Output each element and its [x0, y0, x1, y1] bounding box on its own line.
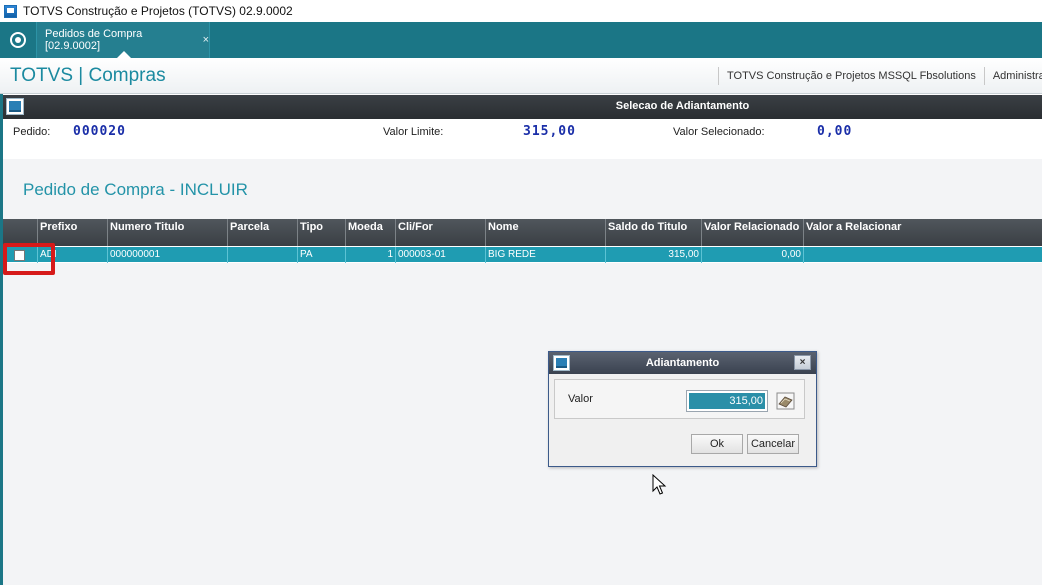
- valor-limite-value: 315,00: [523, 124, 576, 139]
- valor-input-value[interactable]: 315,00: [689, 393, 765, 409]
- cell-valor-relacionado[interactable]: 0,00: [702, 247, 804, 263]
- grid-header: Prefixo Numero Titulo Parcela Tipo Moeda…: [3, 219, 1042, 246]
- cell-parcela[interactable]: [228, 247, 298, 263]
- valor-label: Valor: [568, 393, 593, 405]
- cancel-button[interactable]: Cancelar: [747, 434, 799, 454]
- cell-saldo-titulo[interactable]: 315,00: [606, 247, 702, 263]
- valor-selecionado-value: 0,00: [817, 124, 853, 139]
- brand-title: TOTVS | Compras: [10, 65, 166, 86]
- column-header-valor-a-relacionar[interactable]: Valor a Relacionar: [804, 219, 1042, 246]
- titles-grid: Prefixo Numero Titulo Parcela Tipo Moeda…: [3, 219, 1042, 263]
- pedido-value: 000020: [73, 124, 126, 139]
- valor-group: Valor 315,00: [554, 379, 805, 419]
- column-header-parcela[interactable]: Parcela: [228, 219, 298, 246]
- column-header-moeda[interactable]: Moeda: [346, 219, 396, 246]
- tab-bar: Pedidos de Compra [02.9.0002] ×: [0, 22, 1042, 58]
- valor-limite-label: Valor Limite:: [383, 126, 444, 138]
- company-name[interactable]: TOTVS Construção e Projetos MSSQL Fbsolu…: [727, 70, 976, 82]
- cell-tipo[interactable]: PA: [298, 247, 346, 263]
- dialog-title-bar[interactable]: Adiantamento ×: [549, 352, 816, 374]
- ok-button[interactable]: Ok: [691, 434, 743, 454]
- selection-panel-title-bar: Selecao de Adiantamento: [3, 95, 1042, 119]
- valor-input[interactable]: 315,00: [686, 390, 768, 412]
- cell-numero-titulo[interactable]: 000000001: [108, 247, 228, 263]
- tab-close-icon[interactable]: ×: [203, 34, 209, 46]
- form-title: Pedido de Compra - INCLUIR: [23, 180, 248, 199]
- pedido-label: Pedido:: [13, 126, 51, 138]
- cell-moeda[interactable]: 1: [346, 247, 396, 263]
- calculator-icon[interactable]: [776, 392, 795, 410]
- tab-pedidos-de-compra[interactable]: Pedidos de Compra [02.9.0002] ×: [36, 22, 210, 58]
- home-button[interactable]: [6, 29, 30, 51]
- header-info: TOTVS Construção e Projetos MSSQL Fbsolu…: [710, 58, 1042, 94]
- column-header-tipo[interactable]: Tipo: [298, 219, 346, 246]
- cell-cli-for[interactable]: 000003-01: [396, 247, 486, 263]
- dialog-title: Adiantamento: [645, 357, 720, 369]
- selection-info-row: Pedido: 000020 Valor Limite: 315,00 Valo…: [3, 119, 1042, 159]
- selection-panel-title: Selecao de Adiantamento: [615, 100, 750, 112]
- tab-label: Pedidos de Compra [02.9.0002]: [45, 28, 143, 52]
- mouse-cursor-icon: [652, 473, 668, 496]
- user-name[interactable]: Administrad: [993, 70, 1042, 82]
- column-header-valor-relacionado[interactable]: Valor Relacionado: [702, 219, 804, 246]
- close-icon[interactable]: ×: [794, 355, 811, 370]
- tab-active-caret: [117, 51, 131, 58]
- column-header-nome[interactable]: Nome: [486, 219, 606, 246]
- column-header-numero-titulo[interactable]: Numero Titulo: [108, 219, 228, 246]
- column-header-saldo-titulo[interactable]: Saldo do Titulo: [606, 219, 702, 246]
- valor-selecionado-label: Valor Selecionado:: [673, 126, 765, 138]
- column-header-select[interactable]: [3, 219, 38, 246]
- app-icon: [4, 4, 17, 18]
- header-separator: [718, 67, 719, 85]
- table-row[interactable]: ADI 000000001 PA 1 000003-01 BIG REDE 31…: [3, 246, 1042, 263]
- header-separator: [983, 67, 985, 85]
- cell-valor-a-relacionar[interactable]: [804, 247, 1042, 263]
- window-title: TOTVS Construção e Projetos (TOTVS) 02.9…: [23, 4, 293, 18]
- window-title-bar: TOTVS Construção e Projetos (TOTVS) 02.9…: [0, 0, 1042, 22]
- cell-nome[interactable]: BIG REDE: [486, 247, 606, 263]
- column-header-prefixo[interactable]: Prefixo: [38, 219, 108, 246]
- app-header: TOTVS | Compras TOTVS Construção e Proje…: [0, 58, 1042, 94]
- column-header-cli-for[interactable]: Cli/For: [396, 219, 486, 246]
- home-icon: [10, 32, 26, 48]
- adiantamento-dialog: Adiantamento × Valor 315,00 Ok Cancelar: [548, 351, 817, 467]
- red-highlight-box: [3, 243, 55, 275]
